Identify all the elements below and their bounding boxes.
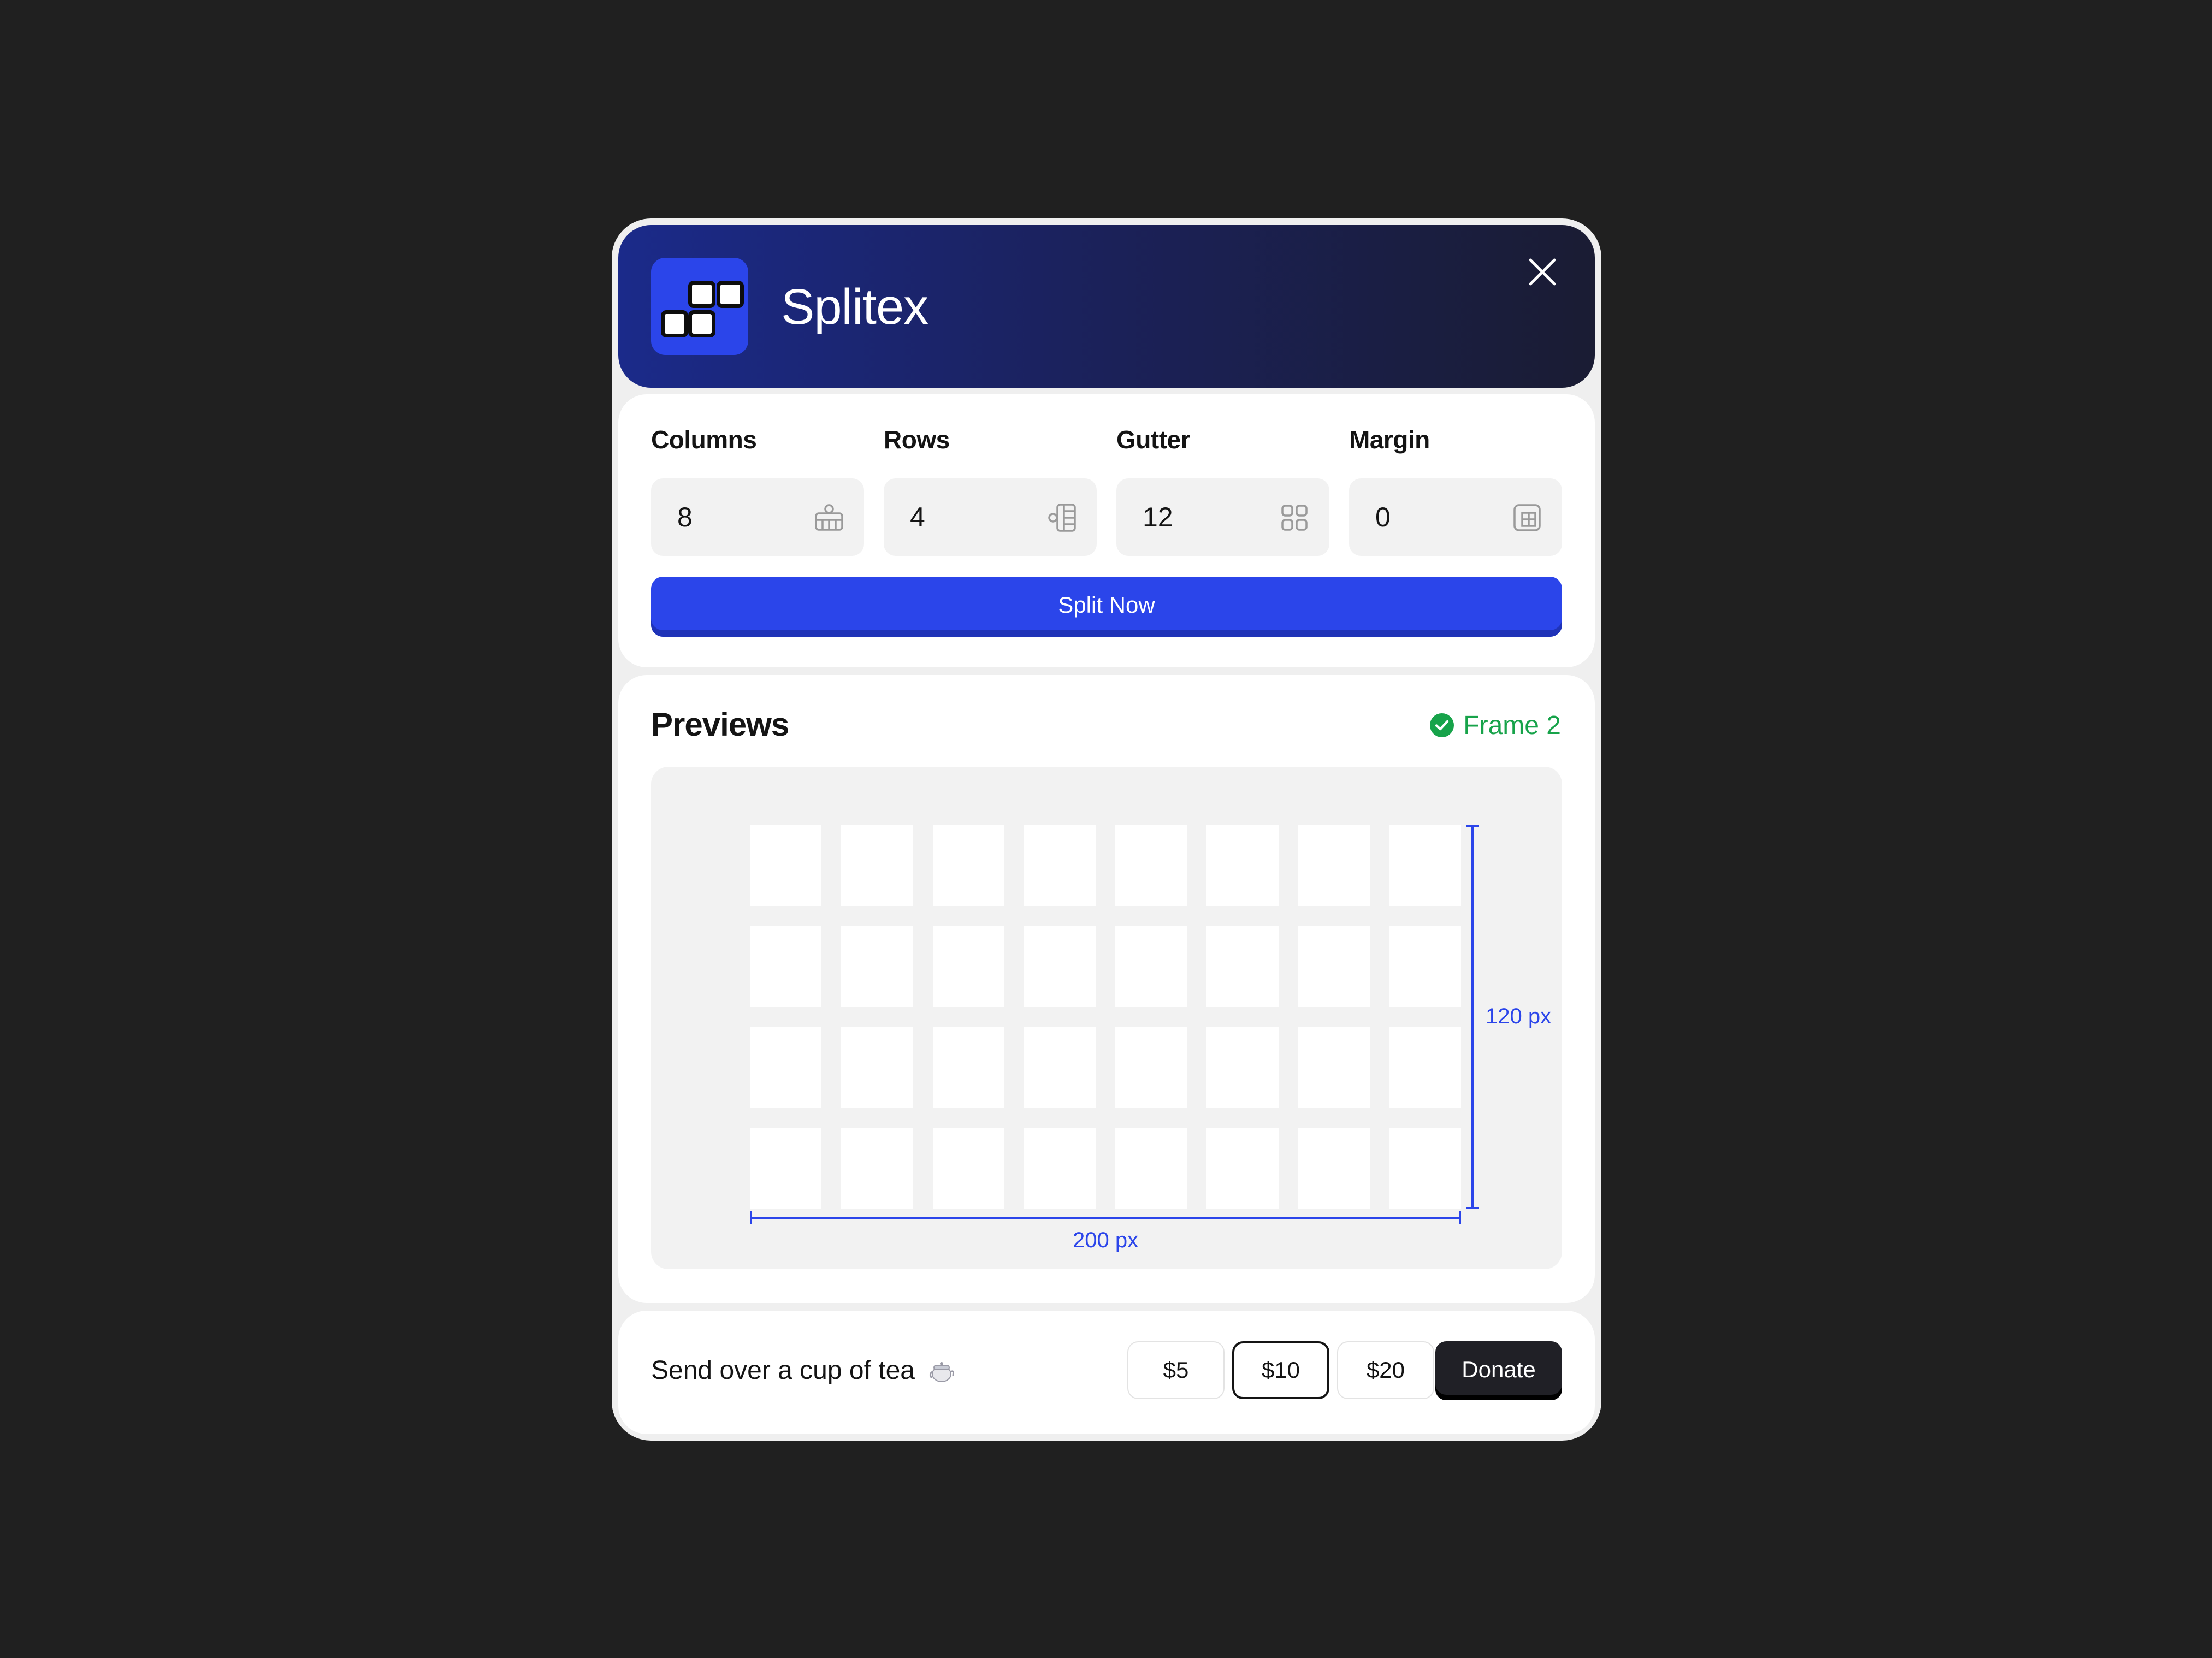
grid-cell bbox=[1115, 926, 1187, 1007]
logo-square bbox=[688, 281, 715, 308]
margin-input[interactable]: 0 bbox=[1349, 478, 1562, 556]
donation-panel: Send over a cup of tea $5 $10 $20 Donate bbox=[618, 1311, 1595, 1434]
logo-square bbox=[688, 310, 715, 337]
grid-cell bbox=[841, 825, 913, 906]
grid-cell bbox=[1298, 1027, 1370, 1108]
margin-label: Margin bbox=[1349, 425, 1430, 454]
columns-value: 8 bbox=[677, 502, 693, 532]
grid-cell bbox=[841, 926, 913, 1007]
grid-cell bbox=[750, 926, 822, 1007]
grid-cell bbox=[1115, 1128, 1187, 1209]
columns-input[interactable]: 8 bbox=[651, 478, 864, 556]
settings-panel: Columns 8 Rows 4 Gutter 12 Margin 0 Spli… bbox=[618, 394, 1595, 667]
grid-cell bbox=[1389, 825, 1461, 906]
grid-cell bbox=[1298, 926, 1370, 1007]
grid-cell bbox=[1206, 926, 1279, 1007]
gutter-grid-icon bbox=[1281, 505, 1308, 531]
rows-input[interactable]: 4 bbox=[884, 478, 1097, 556]
margin-value: 0 bbox=[1375, 502, 1391, 532]
margin-layout-icon bbox=[1513, 504, 1541, 531]
frame-status: Frame 2 bbox=[1429, 709, 1561, 742]
height-dimension-tick bbox=[1466, 1207, 1479, 1209]
width-dimension-line bbox=[750, 1217, 1461, 1219]
tea-message: Send over a cup of tea bbox=[651, 1353, 955, 1388]
close-icon bbox=[1529, 258, 1556, 286]
width-dimension-tick bbox=[1459, 1211, 1461, 1224]
grid-cell bbox=[1389, 1027, 1461, 1108]
grid-cell bbox=[1389, 926, 1461, 1007]
grid-cell bbox=[932, 1128, 1004, 1209]
height-label: 120 px bbox=[1486, 1004, 1552, 1028]
grid-cell bbox=[1389, 1128, 1461, 1209]
grid-cell bbox=[1115, 1027, 1187, 1108]
columns-icon bbox=[815, 504, 843, 531]
grid-cell bbox=[932, 825, 1004, 906]
grid-cell bbox=[1298, 1128, 1370, 1209]
check-circle-icon bbox=[1430, 713, 1454, 737]
grid-cell bbox=[1024, 926, 1096, 1007]
frame-label: Frame 2 bbox=[1463, 710, 1561, 740]
donate-button[interactable]: Donate bbox=[1435, 1341, 1562, 1400]
grid-cell bbox=[1206, 1128, 1279, 1209]
preview-grid bbox=[750, 825, 1461, 1209]
grid-cell bbox=[1024, 825, 1096, 906]
plugin-window: Splitex Columns 8 Rows 4 Gutter 12 Margi… bbox=[612, 218, 1601, 1441]
teapot-icon bbox=[930, 1362, 955, 1383]
grid-cell bbox=[1206, 825, 1279, 906]
app-title: Splitex bbox=[781, 279, 928, 335]
gutter-value: 12 bbox=[1143, 502, 1173, 532]
gutter-input[interactable]: 12 bbox=[1116, 478, 1329, 556]
split-now-button[interactable]: Split Now bbox=[651, 577, 1562, 637]
gutter-label: Gutter bbox=[1116, 425, 1191, 454]
columns-label: Columns bbox=[651, 425, 757, 454]
height-dimension-line bbox=[1471, 825, 1474, 1209]
logo-square bbox=[661, 310, 688, 337]
previews-panel: Previews Frame 2 200 px 120 px bbox=[618, 675, 1595, 1303]
logo-square bbox=[717, 281, 744, 308]
grid-cell bbox=[1024, 1128, 1096, 1209]
grid-cell bbox=[1206, 1027, 1279, 1108]
preview-canvas: 200 px 120 px bbox=[651, 767, 1562, 1269]
rows-value: 4 bbox=[910, 502, 925, 532]
grid-cell bbox=[841, 1128, 913, 1209]
grid-cell bbox=[1024, 1027, 1096, 1108]
grid-cell bbox=[750, 825, 822, 906]
grid-cell bbox=[1298, 825, 1370, 906]
header: Splitex bbox=[618, 225, 1595, 388]
grid-cell bbox=[750, 1128, 822, 1209]
grid-cell bbox=[1115, 825, 1187, 906]
rows-icon bbox=[1048, 504, 1076, 532]
donate-amount-5[interactable]: $5 bbox=[1127, 1341, 1225, 1399]
previews-title: Previews bbox=[651, 706, 789, 743]
grid-cell bbox=[932, 1027, 1004, 1108]
grid-cell bbox=[750, 1027, 822, 1108]
donate-amount-20[interactable]: $20 bbox=[1337, 1341, 1434, 1399]
close-button[interactable] bbox=[1526, 256, 1559, 288]
rows-label: Rows bbox=[884, 425, 950, 454]
donate-amount-10[interactable]: $10 bbox=[1232, 1341, 1329, 1399]
grid-cell bbox=[841, 1027, 913, 1108]
width-dimension-tick bbox=[750, 1211, 752, 1224]
app-logo bbox=[651, 258, 748, 355]
grid-cell bbox=[932, 926, 1004, 1007]
width-label: 200 px bbox=[1073, 1228, 1139, 1252]
tea-message-text: Send over a cup of tea bbox=[651, 1356, 915, 1385]
height-dimension-tick bbox=[1466, 825, 1479, 827]
